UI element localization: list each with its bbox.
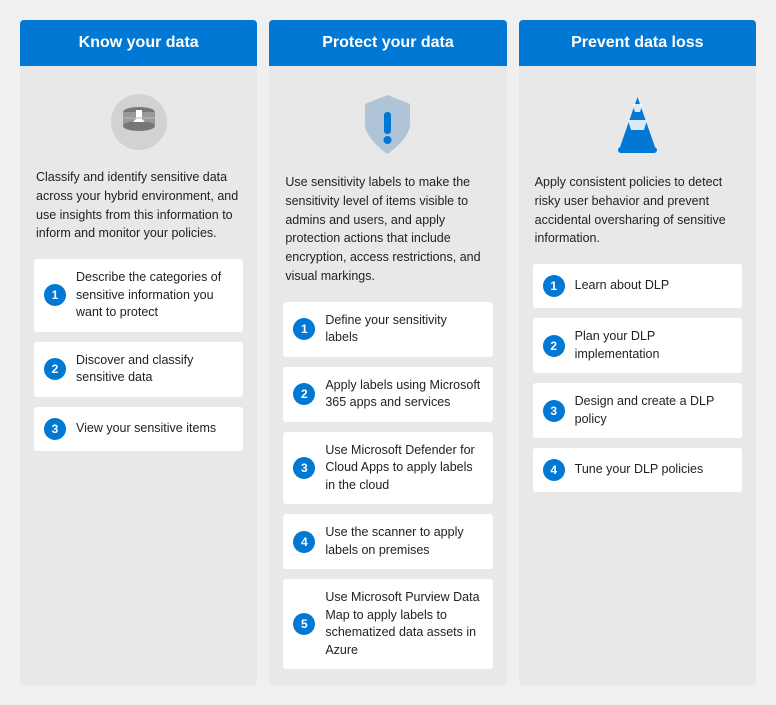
step-label-d4: Tune your DLP policies bbox=[575, 461, 704, 479]
step-3-know[interactable]: 3 View your sensitive items bbox=[34, 407, 243, 451]
classify-icon-area bbox=[34, 82, 243, 158]
step-label-1: Describe the categories of sensitive inf… bbox=[76, 269, 233, 322]
step-badge-2: 2 bbox=[44, 358, 66, 380]
step-label-p5: Use Microsoft Purview Data Map to apply … bbox=[325, 589, 482, 659]
step-4-dlp[interactable]: 4 Tune your DLP policies bbox=[533, 448, 742, 492]
know-your-data-card: Know your data bbox=[20, 20, 257, 685]
step-2-know[interactable]: 2 Discover and classify sensitive data bbox=[34, 342, 243, 397]
step-badge-1: 1 bbox=[44, 284, 66, 306]
step-badge-p5: 5 bbox=[293, 613, 315, 635]
protect-your-data-card: Protect your data Use sensitivity labels… bbox=[269, 20, 506, 685]
step-3-dlp[interactable]: 3 Design and create a DLP policy bbox=[533, 383, 742, 438]
step-3-protect[interactable]: 3 Use Microsoft Defender for Cloud Apps … bbox=[283, 432, 492, 505]
step-label-p1: Define your sensitivity labels bbox=[325, 312, 482, 347]
classify-icon bbox=[109, 92, 169, 152]
step-label-2: Discover and classify sensitive data bbox=[76, 352, 233, 387]
step-badge-d4: 4 bbox=[543, 459, 565, 481]
protect-your-data-header: Protect your data bbox=[269, 20, 506, 66]
cone-icon bbox=[610, 92, 665, 157]
shield-icon bbox=[360, 92, 415, 157]
page-wrapper: Know your data bbox=[0, 0, 776, 705]
shield-icon-area bbox=[283, 82, 492, 163]
step-badge-p2: 2 bbox=[293, 383, 315, 405]
know-your-data-body: Classify and identify sensitive data acr… bbox=[20, 66, 257, 685]
know-your-data-description: Classify and identify sensitive data acr… bbox=[34, 168, 243, 249]
prevent-data-loss-card: Prevent data loss Apply consistent polic… bbox=[519, 20, 756, 685]
protect-your-data-body: Use sensitivity labels to make the sensi… bbox=[269, 66, 506, 685]
step-label-d3: Design and create a DLP policy bbox=[575, 393, 732, 428]
prevent-data-loss-body: Apply consistent policies to detect risk… bbox=[519, 66, 756, 685]
step-1-know[interactable]: 1 Describe the categories of sensitive i… bbox=[34, 259, 243, 332]
step-2-protect[interactable]: 2 Apply labels using Microsoft 365 apps … bbox=[283, 367, 492, 422]
step-badge-p4: 4 bbox=[293, 531, 315, 553]
step-2-dlp[interactable]: 2 Plan your DLP implementation bbox=[533, 318, 742, 373]
protect-your-data-description: Use sensitivity labels to make the sensi… bbox=[283, 173, 492, 292]
step-4-protect[interactable]: 4 Use the scanner to apply labels on pre… bbox=[283, 514, 492, 569]
step-label-d1: Learn about DLP bbox=[575, 277, 670, 295]
step-1-protect[interactable]: 1 Define your sensitivity labels bbox=[283, 302, 492, 357]
know-your-data-header: Know your data bbox=[20, 20, 257, 66]
step-badge-p3: 3 bbox=[293, 457, 315, 479]
step-5-protect[interactable]: 5 Use Microsoft Purview Data Map to appl… bbox=[283, 579, 492, 669]
step-label-p4: Use the scanner to apply labels on premi… bbox=[325, 524, 482, 559]
step-badge-3: 3 bbox=[44, 418, 66, 440]
step-badge-d1: 1 bbox=[543, 275, 565, 297]
prevent-data-loss-description: Apply consistent policies to detect risk… bbox=[533, 173, 742, 254]
step-badge-p1: 1 bbox=[293, 318, 315, 340]
step-label-3: View your sensitive items bbox=[76, 420, 216, 438]
step-label-d2: Plan your DLP implementation bbox=[575, 328, 732, 363]
step-badge-d2: 2 bbox=[543, 335, 565, 357]
step-badge-d3: 3 bbox=[543, 400, 565, 422]
cone-icon-area bbox=[533, 82, 742, 163]
step-label-p3: Use Microsoft Defender for Cloud Apps to… bbox=[325, 442, 482, 495]
step-1-dlp[interactable]: 1 Learn about DLP bbox=[533, 264, 742, 308]
prevent-data-loss-header: Prevent data loss bbox=[519, 20, 756, 66]
step-label-p2: Apply labels using Microsoft 365 apps an… bbox=[325, 377, 482, 412]
